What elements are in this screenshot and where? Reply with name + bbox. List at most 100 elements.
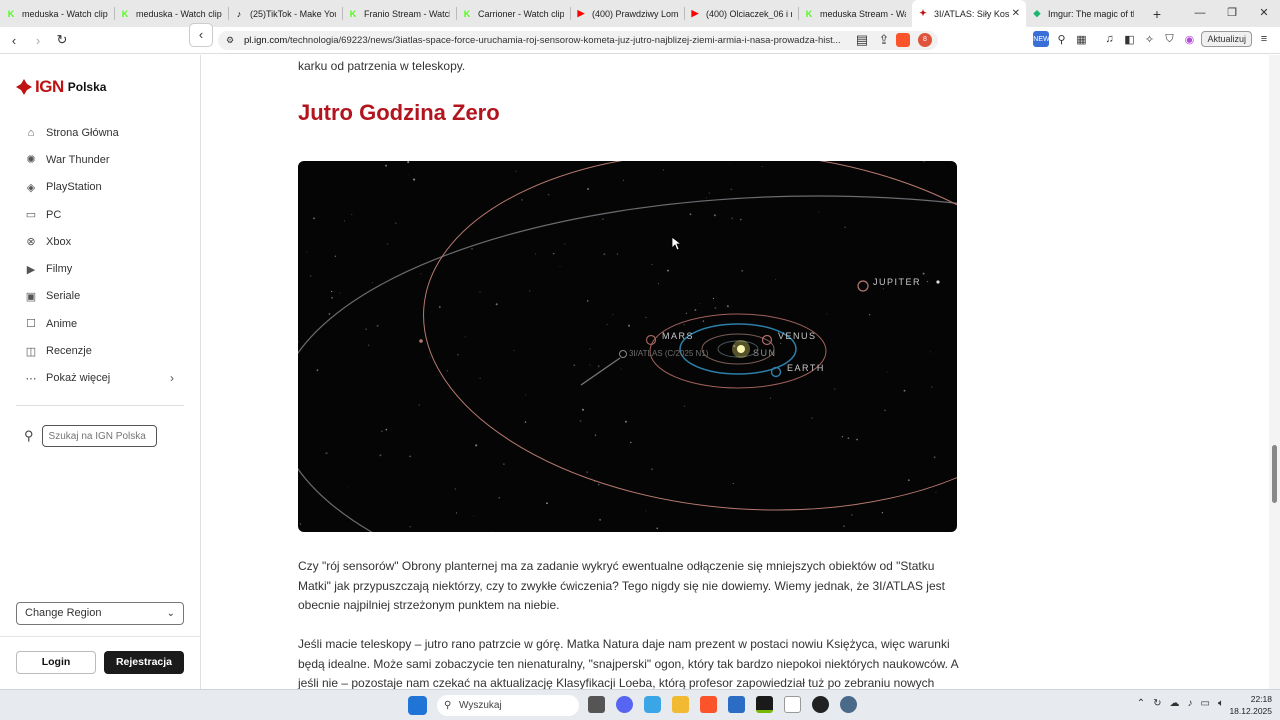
sidebar-item[interactable]: ▶ Filmy xyxy=(24,255,174,282)
close-tab-icon[interactable]: ✕ xyxy=(1012,8,1020,19)
rewards-icon[interactable]: 8 xyxy=(918,33,932,47)
search-input[interactable] xyxy=(41,425,157,447)
star xyxy=(407,161,410,164)
start-icon[interactable] xyxy=(408,696,427,715)
tiktok-icon: ♪ xyxy=(236,8,242,19)
update-button[interactable]: Aktualizuj xyxy=(1201,31,1252,47)
notepad-icon[interactable] xyxy=(784,696,801,713)
wifi-icon[interactable]: ▭ xyxy=(1201,698,1210,709)
sidebar-item[interactable]: ▣ Seriale xyxy=(24,283,174,310)
star xyxy=(546,502,548,505)
browser-tab[interactable]: ♪ (25)TikTok - Make Your xyxy=(228,0,342,27)
copilot-icon[interactable] xyxy=(644,696,661,713)
sidebar-item[interactable]: ◫ Recenzje xyxy=(24,337,174,364)
taskbar-clock[interactable]: 22:18 18.12.2025 xyxy=(1229,693,1272,717)
star xyxy=(929,351,931,353)
nvidia-icon[interactable] xyxy=(756,696,773,713)
collapse-sidebar-button[interactable]: ‹ xyxy=(189,23,213,47)
minimize-icon[interactable]: — xyxy=(1184,0,1216,27)
sidebar-item[interactable]: ⋯ Pokaż więcej › xyxy=(24,365,175,392)
share-icon[interactable]: ⇪ xyxy=(874,32,894,48)
star xyxy=(833,388,836,390)
page-scrollbar[interactable] xyxy=(1269,55,1280,689)
ign-logo[interactable]: IGN Polska xyxy=(16,77,106,97)
star xyxy=(667,269,669,272)
maximize-icon[interactable]: ❐ xyxy=(1216,0,1248,27)
browser-tab[interactable]: K Carrioner - Watch clips xyxy=(456,0,570,27)
leo-ai-icon[interactable]: ✧ xyxy=(1141,31,1157,47)
forward-icon[interactable]: › xyxy=(28,33,48,48)
sidebar-item[interactable]: ▭ PC xyxy=(24,201,174,228)
store-icon[interactable] xyxy=(728,696,745,713)
star xyxy=(769,397,772,399)
mouse-cursor-icon xyxy=(671,236,683,251)
star xyxy=(603,253,606,256)
star xyxy=(325,452,328,455)
register-button[interactable]: Rejestracja xyxy=(104,651,184,674)
sidebar-item[interactable]: ⊗ Xbox xyxy=(24,228,174,255)
microphone-icon[interactable]: ♪ xyxy=(1188,698,1193,709)
scrollbar-thumb[interactable] xyxy=(1272,445,1277,503)
app-icon[interactable] xyxy=(812,696,829,713)
brave-icon[interactable] xyxy=(700,696,717,713)
browser-tab[interactable]: Kmeduska Stream - Wat xyxy=(798,0,912,27)
taskbar-search[interactable]: ⚲ Wyszukaj xyxy=(437,695,579,716)
site-info-icon[interactable]: ⚙ xyxy=(226,31,234,50)
sync-icon[interactable]: ↻ xyxy=(1153,698,1161,709)
sidebar-item[interactable]: ⌂ Strona Główna xyxy=(24,119,174,146)
sidebar-item[interactable]: ☐ Anime xyxy=(24,310,174,337)
onedrive-icon[interactable]: ☁ xyxy=(1170,698,1180,709)
close-window-icon[interactable]: ✕ xyxy=(1248,0,1280,27)
url-host: pl.ign.com xyxy=(244,35,288,46)
clock-date: 18.12.2025 xyxy=(1229,706,1272,716)
wallet-icon[interactable]: ◉ xyxy=(1181,31,1197,47)
discord-icon[interactable] xyxy=(616,696,633,713)
address-bar[interactable]: ⚙ pl.ign.com/technologia/69223/news/3iat… xyxy=(218,31,938,50)
sun-marker xyxy=(737,345,745,353)
star xyxy=(339,292,341,294)
browser-tab[interactable]: K Franio Stream - Watch xyxy=(342,0,456,27)
star xyxy=(479,291,481,293)
sidebar-item-label: Xbox xyxy=(46,235,72,248)
change-region-select[interactable]: Change Region ⌄ xyxy=(16,602,184,625)
sidebar-item[interactable]: ◈ PlayStation xyxy=(24,174,174,201)
task-view-icon[interactable] xyxy=(588,696,605,713)
tab-title: Franio Stream - Watch xyxy=(364,8,450,19)
ign-logo-icon xyxy=(16,79,32,95)
back-icon[interactable]: ‹ xyxy=(4,33,24,48)
kick-icon: K xyxy=(805,8,813,19)
reader-mode-icon[interactable]: ▤ xyxy=(852,32,872,48)
jupiter-label: JUPITER xyxy=(873,277,921,287)
star xyxy=(732,483,734,485)
star xyxy=(409,525,412,528)
star xyxy=(597,483,600,486)
extension-badge-icon[interactable]: NEW xyxy=(1033,31,1050,47)
menu-icon[interactable]: ≡ xyxy=(1256,31,1272,47)
music-icon[interactable]: ♫ xyxy=(1101,31,1117,47)
tray-overflow-icon[interactable]: ⌃ xyxy=(1137,698,1145,709)
browser-tab[interactable]: ▶ (400) Prawdziwy Lomb xyxy=(570,0,684,27)
sidebar-item[interactable]: ✺ War Thunder xyxy=(24,146,174,173)
sidebar-item-label: PlayStation xyxy=(46,181,102,194)
section-heading: Jutro Godzina Zero xyxy=(298,100,500,125)
login-button[interactable]: Login xyxy=(16,651,96,674)
file-explorer-icon[interactable] xyxy=(672,696,689,713)
settings-icon[interactable] xyxy=(840,696,857,713)
volume-icon[interactable]: 🔈︎ xyxy=(1218,698,1224,709)
browser-tab[interactable]: ✦ 3I/ATLAS: Siły Kos ✕ xyxy=(912,0,1026,27)
star xyxy=(330,290,333,293)
browser-tab[interactable]: ◆ Imgur: The magic of th xyxy=(1026,0,1140,27)
chevron-right-icon: › xyxy=(170,371,174,386)
brave-shield-icon[interactable] xyxy=(896,33,910,47)
screenshot-icon[interactable]: ▦ xyxy=(1073,31,1089,47)
reload-icon[interactable]: ↻ xyxy=(52,32,72,48)
vpn-icon[interactable]: ⛉ xyxy=(1161,31,1177,47)
star xyxy=(395,222,397,224)
puzzle-icon[interactable]: ⚲ xyxy=(1053,31,1069,47)
browser-tab[interactable]: ▶ (400) Olciaczek_06 i ro xyxy=(684,0,798,27)
star xyxy=(498,496,501,499)
browser-tab[interactable]: Kmeduska - Watch clips xyxy=(0,0,114,27)
sidebar-toggle-icon[interactable]: ◧ xyxy=(1121,31,1137,47)
new-tab-button[interactable]: + xyxy=(1146,6,1168,22)
venus-label: VENUS xyxy=(778,331,817,341)
